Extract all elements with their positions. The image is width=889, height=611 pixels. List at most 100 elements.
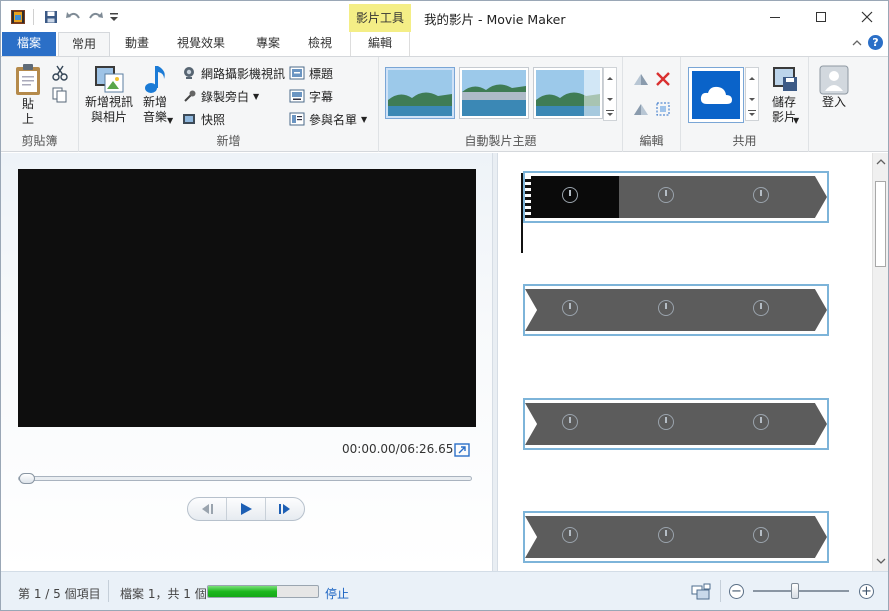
theme-contemporary[interactable]	[459, 67, 529, 119]
theme-thumbnail	[462, 70, 526, 116]
share-gallery-scroll[interactable]	[745, 67, 759, 121]
add-group-label: 新增	[216, 134, 241, 148]
scroll-down-icon[interactable]	[876, 557, 886, 565]
seek-thumb[interactable]	[19, 473, 35, 484]
tab-view[interactable]: 檢視	[298, 32, 342, 56]
cut-icon[interactable]	[52, 65, 70, 83]
storyboard-clip[interactable]	[523, 511, 829, 563]
play-button[interactable]	[227, 498, 266, 520]
minimize-button[interactable]	[752, 1, 798, 32]
storyboard[interactable]	[498, 153, 872, 571]
next-frame-button[interactable]	[266, 498, 304, 520]
scroll-up-icon[interactable]	[876, 158, 886, 166]
caption-icon	[289, 88, 305, 104]
theme-default[interactable]	[385, 67, 455, 119]
storyboard-clip[interactable]	[523, 398, 829, 450]
paste-icon	[16, 64, 40, 95]
copy-icon[interactable]	[52, 87, 70, 105]
fullscreen-preview-icon[interactable]	[454, 442, 470, 458]
undo-icon[interactable]	[65, 8, 81, 26]
select-all-icon[interactable]	[655, 101, 673, 119]
clock-icon	[658, 300, 674, 316]
maximize-button[interactable]	[798, 1, 844, 32]
title-icon	[289, 65, 305, 81]
record-narration-label: 錄製旁白	[201, 89, 250, 104]
status-bar: 第 1 / 5 個項目 檔案 1，共 1 個 停止 − +	[1, 571, 888, 610]
seek-bar[interactable]	[18, 473, 472, 484]
add-music-dropdown-icon[interactable]: ▼	[167, 116, 173, 125]
signin-group: 登入	[809, 57, 859, 152]
transport-controls	[187, 497, 305, 521]
music-note-icon	[145, 66, 165, 93]
add-video-icon	[95, 66, 124, 93]
window-title: 我的影片 - Movie Maker	[424, 12, 566, 27]
caption-button[interactable]: 字幕	[289, 86, 333, 106]
webcam-icon	[181, 65, 197, 81]
signin-button[interactable]: 登入	[817, 65, 851, 110]
save-movie-dropdown-icon[interactable]: ▼	[793, 116, 799, 125]
help-icon[interactable]: ?	[868, 35, 883, 50]
context-tab-group: 影片工具	[349, 4, 411, 33]
paste-button[interactable]: 貼 上	[11, 63, 45, 127]
clock-icon	[753, 414, 769, 430]
movie-maker-window: 影片工具 我的影片 - Movie Maker 檔案 常用 動畫 視覺效果 專案…	[0, 0, 889, 611]
redo-icon[interactable]	[87, 8, 103, 26]
webcam-video-label: 網路攝影機視訊	[201, 66, 286, 81]
storyboard-scrollbar[interactable]	[872, 153, 888, 571]
credits-dropdown-icon: ▼	[361, 114, 368, 124]
save-icon[interactable]	[43, 8, 59, 26]
tab-home[interactable]: 常用	[58, 32, 110, 57]
collapse-ribbon-icon[interactable]	[851, 37, 863, 49]
storyboard-clip[interactable]	[523, 284, 829, 336]
signin-label: 登入	[821, 95, 846, 109]
add-music-label: 新增 音樂	[142, 95, 167, 124]
snapshot-button[interactable]: 快照	[181, 109, 225, 129]
caption-label: 字幕	[309, 89, 334, 104]
credits-button[interactable]: 參與名單 ▼	[289, 109, 367, 129]
tab-animations[interactable]: 動畫	[115, 32, 159, 56]
title-label: 標題	[309, 66, 334, 81]
ribbon: 貼 上 剪貼簿 新增視訊 與相片 新增 音樂 ▼ 網路攝影機視訊 錄製旁白 ▼ …	[1, 56, 888, 152]
credits-icon	[289, 111, 305, 127]
themes-gallery-scroll[interactable]	[603, 67, 617, 121]
zoom-out-button[interactable]: −	[729, 584, 744, 599]
tab-project[interactable]: 專案	[246, 32, 290, 56]
tab-file[interactable]: 檔案	[2, 32, 56, 56]
theme-thumbnail	[388, 70, 452, 116]
zoom-slider[interactable]	[753, 583, 849, 599]
scrollbar-thumb[interactable]	[875, 181, 886, 267]
play-icon	[241, 503, 252, 515]
previous-frame-icon	[202, 504, 213, 514]
title-button[interactable]: 標題	[289, 63, 333, 83]
storyboard-view-icon[interactable]	[691, 583, 711, 601]
theme-fade[interactable]	[533, 67, 603, 119]
zoom-in-button[interactable]: +	[859, 584, 874, 599]
clock-icon	[753, 187, 769, 203]
previous-frame-button[interactable]	[188, 498, 227, 520]
themes-group-label: 自動製片主題	[464, 134, 537, 148]
rotate-right-icon[interactable]	[633, 101, 651, 119]
tab-edit[interactable]: 編輯	[350, 32, 410, 56]
rotate-left-icon[interactable]	[633, 71, 651, 89]
app-icon[interactable]	[9, 8, 27, 26]
snapshot-label: 快照	[201, 112, 226, 127]
webcam-video-button[interactable]: 網路攝影機視訊	[181, 63, 285, 83]
zoom-thumb[interactable]	[791, 583, 800, 599]
tab-visual-effects[interactable]: 視覺效果	[169, 32, 233, 56]
remove-icon[interactable]	[655, 71, 673, 89]
storyboard-clip[interactable]	[523, 171, 829, 223]
close-button[interactable]	[844, 1, 888, 32]
ribbon-tabs: 檔案 常用 動畫 視覺效果 專案 檢視 編輯 ?	[1, 32, 888, 57]
preview-pane: 00:00.00/06:26.65	[1, 153, 492, 571]
clock-icon	[658, 187, 674, 203]
onedrive-icon	[692, 71, 740, 119]
record-narration-button[interactable]: 錄製旁白 ▼	[181, 86, 259, 106]
user-icon	[819, 65, 849, 95]
onedrive-button[interactable]	[688, 67, 744, 123]
stop-link[interactable]: 停止	[325, 585, 349, 602]
share-group-label: 共用	[732, 134, 757, 148]
clock-icon	[658, 527, 674, 543]
video-preview[interactable]	[18, 169, 476, 427]
customize-toolbar-icon[interactable]	[107, 8, 121, 26]
add-video-photo-button[interactable]: 新增視訊 與相片	[83, 63, 135, 125]
